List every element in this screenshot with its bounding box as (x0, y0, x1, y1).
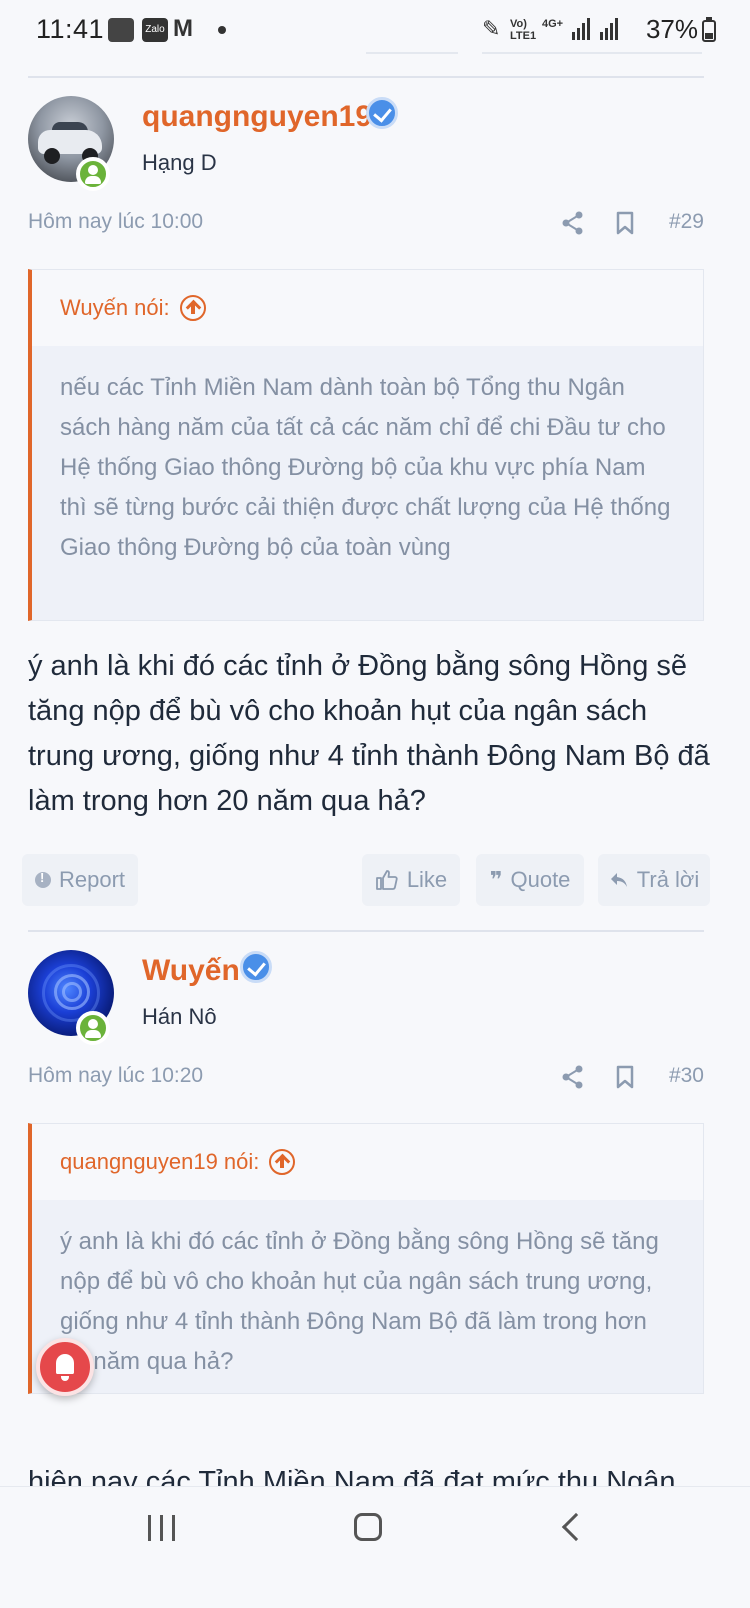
report-button[interactable]: Report (22, 854, 138, 906)
quote-block: Wuyến nói: nếu các Tỉnh Miền Nam dành to… (28, 269, 704, 621)
more-notifications-icon (218, 26, 226, 34)
quote-icon: ❞ (489, 867, 503, 892)
4g-icon: 4G+ (542, 18, 564, 30)
verified-icon (366, 97, 398, 129)
signal-icon (572, 18, 590, 40)
gmail-icon: M (173, 15, 193, 42)
bookmark-icon[interactable] (612, 1064, 638, 1090)
zalo-icon: Zalo (142, 18, 168, 42)
reply-button[interactable]: Trả lời (598, 854, 710, 906)
verified-icon (240, 951, 272, 983)
quote-text: ý anh là khi đó các tỉnh ở Đồng bằng sôn… (60, 1228, 659, 1375)
quote-author[interactable]: Wuyến nói: (60, 295, 170, 321)
bookmark-icon[interactable] (612, 210, 638, 236)
online-status-icon (76, 1011, 110, 1045)
like-button[interactable]: Like (362, 854, 460, 906)
report-label: Report (58, 867, 126, 892)
quote-author[interactable]: quangnguyen19 nói: (60, 1149, 259, 1175)
report-icon (34, 870, 51, 888)
share-icon[interactable] (560, 1064, 586, 1090)
post-timestamp[interactable]: Hôm nay lúc 10:20 (28, 1064, 203, 1088)
status-time: 11:41 (36, 14, 105, 44)
signal-2-icon (600, 18, 618, 40)
jump-to-quote-icon[interactable] (179, 295, 206, 321)
edit-icon: ✎ (482, 16, 501, 41)
username[interactable]: Wuyến (142, 954, 240, 988)
home-icon[interactable] (354, 1513, 382, 1541)
divider (28, 76, 704, 78)
photo-notification-icon (108, 18, 134, 42)
top-divider-right (482, 52, 702, 54)
reply-label: Trả lời (636, 867, 700, 892)
quote-block: quangnguyen19 nói: ý anh là khi đó các t… (28, 1123, 704, 1394)
thumbs-up-icon (375, 870, 398, 890)
user-rank: Hạng D (142, 150, 217, 175)
battery-percent: 37% (645, 14, 698, 44)
quote-text: nếu các Tỉnh Miền Nam dành toàn bộ Tổng … (60, 374, 671, 561)
online-status-icon (76, 157, 110, 191)
jump-to-quote-icon[interactable] (269, 1149, 296, 1175)
post-number[interactable]: #30 (669, 1064, 704, 1088)
battery-icon (702, 17, 716, 42)
quote-header[interactable]: Wuyến nói: (32, 270, 703, 346)
quote-label: Quote (510, 867, 571, 892)
reply-icon (610, 873, 627, 887)
recent-apps-icon[interactable] (148, 1515, 175, 1541)
back-icon[interactable] (561, 1512, 591, 1542)
divider (28, 930, 704, 932)
like-label: Like (406, 867, 448, 892)
username[interactable]: quangnguyen19 (142, 100, 372, 134)
share-icon[interactable] (560, 210, 586, 236)
quote-button[interactable]: ❞ Quote (476, 854, 584, 906)
quote-header[interactable]: quangnguyen19 nói: (32, 1124, 703, 1200)
post-number[interactable]: #29 (669, 210, 704, 234)
user-rank: Hán Nô (142, 1004, 217, 1029)
volte-icon: Vo) LTE1 (510, 18, 537, 42)
system-navigation-bar (0, 1486, 750, 1608)
notification-bell-icon[interactable] (36, 1338, 94, 1396)
post-body: ý anh là khi đó các tỉnh ở Đồng bằng sôn… (28, 650, 710, 817)
top-divider-left (366, 52, 458, 54)
post-timestamp[interactable]: Hôm nay lúc 10:00 (28, 210, 203, 234)
